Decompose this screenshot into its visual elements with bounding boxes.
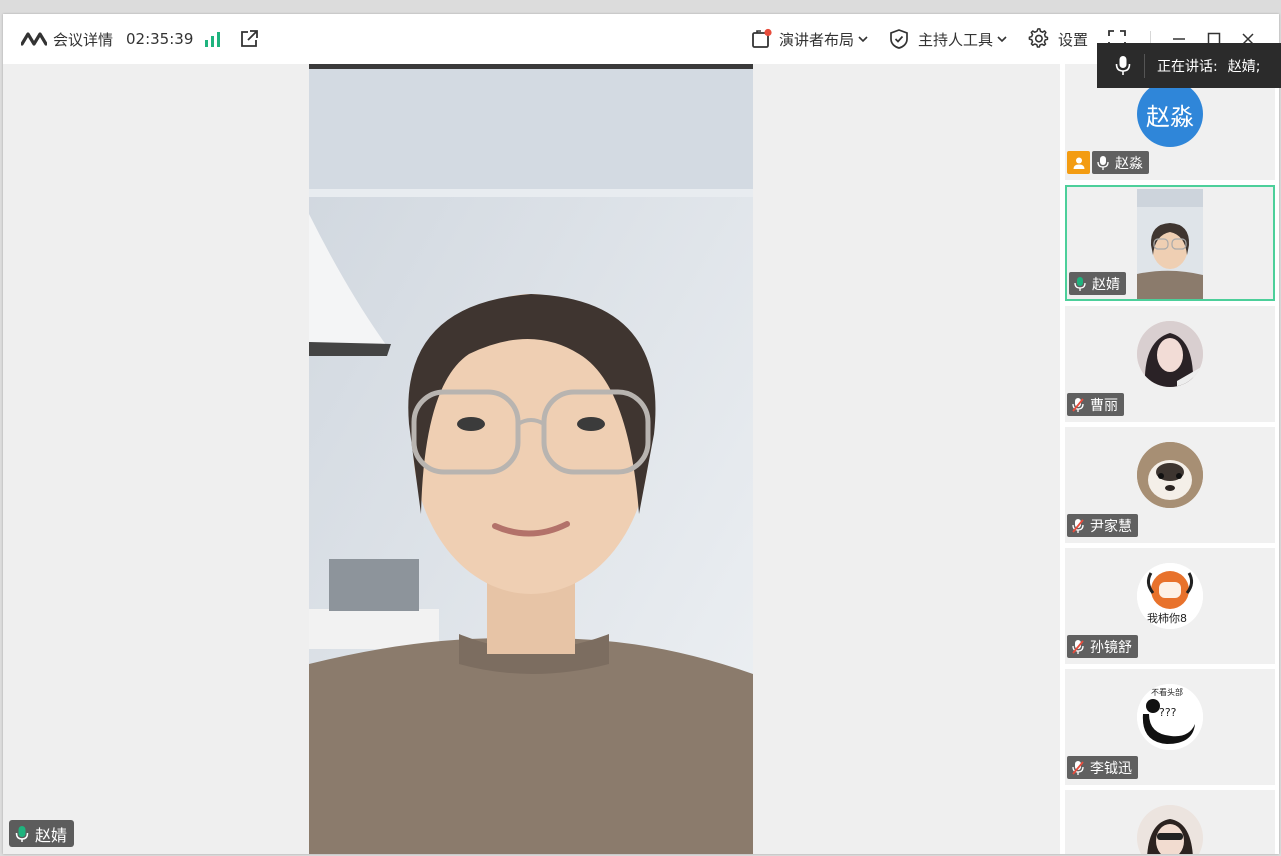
gear-icon bbox=[1028, 28, 1049, 48]
participant-name-tag: 赵淼 bbox=[1092, 151, 1149, 174]
participant-video-thumb bbox=[1137, 189, 1203, 299]
main-stage: 赵婧 bbox=[3, 64, 1060, 854]
mic-muted-icon bbox=[1072, 397, 1084, 412]
mic-speaking-icon bbox=[15, 825, 29, 842]
avatar bbox=[1137, 805, 1203, 854]
title-bar: 会议详情 02:35:39 演讲者布局 主持人工具 设置 bbox=[3, 14, 1279, 65]
avatar bbox=[1137, 442, 1203, 508]
meeting-details-label: 会议详情 bbox=[53, 30, 114, 49]
participant-sidebar[interactable]: 赵淼 赵淼 赵婧 曹丽 尹家慧 我柿你8 孙镜舒 不看头部 ??? 李钺迅 bbox=[1060, 64, 1279, 854]
chevron-down-icon bbox=[997, 36, 1007, 43]
speaker-video-frame bbox=[309, 64, 753, 854]
host-badge-icon bbox=[1067, 151, 1090, 174]
participant-tile[interactable]: 不看头部 ??? 李钺迅 bbox=[1065, 669, 1275, 785]
share-link-icon[interactable] bbox=[239, 14, 259, 64]
participant-name-tag: 尹家慧 bbox=[1067, 514, 1138, 537]
presenter-layout-label: 演讲者布局 bbox=[779, 30, 855, 49]
shield-icon bbox=[890, 29, 908, 49]
settings-label: 设置 bbox=[1058, 30, 1089, 49]
host-tools-button[interactable]: 主持人工具 bbox=[888, 14, 1008, 64]
presenter-layout-button[interactable]: 演讲者布局 bbox=[751, 14, 869, 64]
meeting-details-button[interactable]: 会议详情 bbox=[21, 14, 113, 64]
layout-icon bbox=[752, 28, 772, 48]
mic-muted-icon bbox=[1072, 760, 1084, 775]
main-video-name-tag: 赵婧 bbox=[9, 820, 75, 847]
participant-name-tag: 孙镜舒 bbox=[1067, 635, 1138, 658]
participant-name-tag: 曹丽 bbox=[1067, 393, 1124, 416]
avatar: 我柿你8 bbox=[1137, 563, 1203, 629]
avatar: 赵淼 bbox=[1137, 81, 1203, 147]
participant-tile[interactable]: 尹家慧 bbox=[1065, 427, 1275, 543]
chevron-down-icon bbox=[858, 36, 868, 43]
participant-name-tag: 赵婧 bbox=[1069, 272, 1126, 295]
avatar: 不看头部 ??? bbox=[1137, 684, 1203, 750]
host-tools-label: 主持人工具 bbox=[918, 30, 994, 49]
settings-button[interactable]: 设置 bbox=[1028, 14, 1088, 64]
participant-tile[interactable]: 曹丽 bbox=[1065, 306, 1275, 422]
network-signal-icon[interactable] bbox=[204, 14, 222, 64]
participant-name-tag: 李钺迅 bbox=[1067, 756, 1138, 779]
participant-tile[interactable]: 我柿你8 孙镜舒 bbox=[1065, 548, 1275, 664]
avatar bbox=[1137, 321, 1203, 387]
speaking-indicator: 正在讲话: 赵婧; bbox=[1097, 43, 1281, 88]
speaking-label: 正在讲话: bbox=[1157, 58, 1218, 75]
app-logo-icon bbox=[21, 32, 47, 46]
mic-speaking-icon bbox=[1074, 276, 1086, 291]
main-video[interactable] bbox=[309, 64, 753, 854]
participant-tile[interactable] bbox=[1065, 790, 1275, 854]
mic-muted-icon bbox=[1072, 518, 1084, 533]
meeting-timer: 02:35:39 bbox=[126, 30, 194, 48]
mic-muted-icon bbox=[1072, 639, 1084, 654]
mic-icon bbox=[1097, 155, 1109, 170]
microphone-icon bbox=[1115, 55, 1131, 75]
toast-divider bbox=[1144, 53, 1145, 78]
participant-tile-active[interactable]: 赵婧 bbox=[1065, 185, 1275, 301]
meeting-window: 会议详情 02:35:39 演讲者布局 主持人工具 设置 赵婧 赵淼 赵淼 赵婧… bbox=[3, 14, 1279, 854]
speaking-name: 赵婧; bbox=[1227, 58, 1261, 75]
